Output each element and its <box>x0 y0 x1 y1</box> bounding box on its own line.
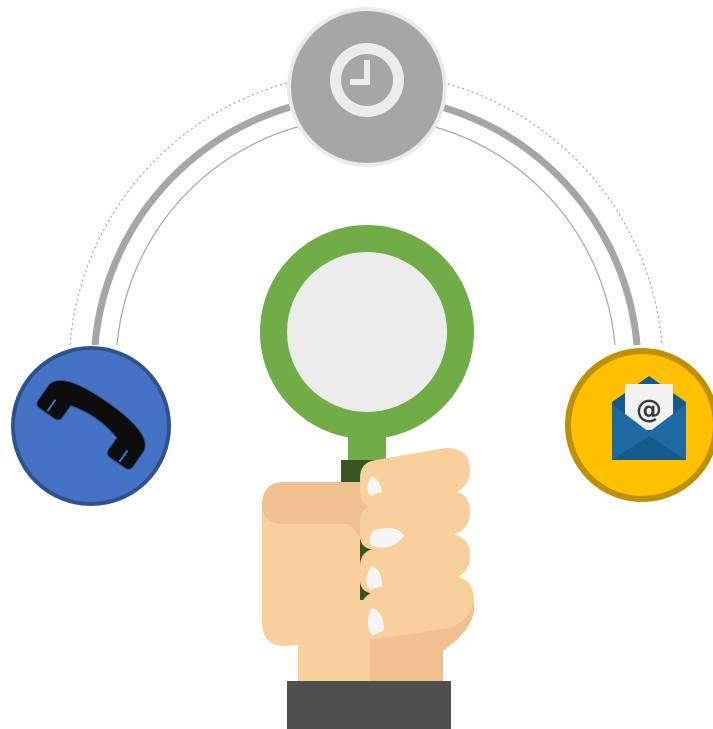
phone-icon <box>11 346 171 506</box>
clock-icon <box>287 7 447 167</box>
email-at-symbol: @ <box>636 395 662 425</box>
email-icon: @ <box>565 348 713 502</box>
phone-circle <box>11 346 171 506</box>
hand-icon <box>262 448 474 729</box>
sleeve <box>287 681 451 729</box>
magnifier-lens <box>287 252 447 412</box>
contact-illustration: @ <box>11 7 713 729</box>
